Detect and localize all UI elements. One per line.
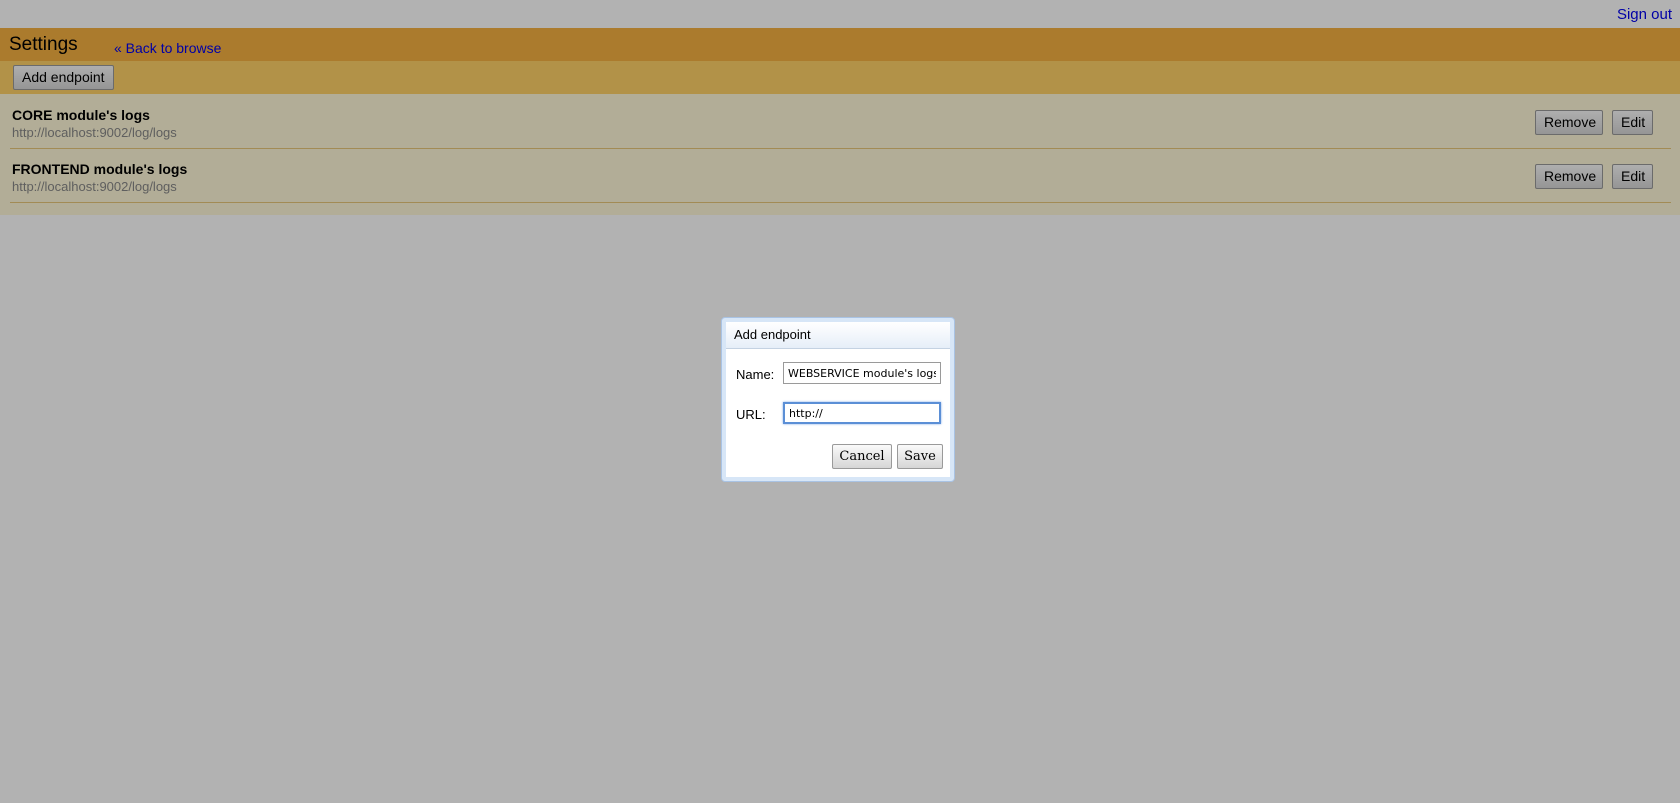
url-label: URL: — [736, 407, 766, 422]
add-endpoint-dialog: Add endpoint Name: URL: Cancel Save — [721, 317, 955, 482]
dialog-title: Add endpoint — [726, 322, 950, 349]
cancel-button[interactable]: Cancel — [832, 444, 892, 469]
save-button[interactable]: Save — [897, 444, 943, 469]
url-input[interactable] — [783, 402, 941, 424]
name-label: Name: — [736, 367, 775, 382]
dialog-body: Add endpoint Name: URL: Cancel Save — [726, 322, 950, 477]
name-input[interactable] — [783, 362, 941, 384]
